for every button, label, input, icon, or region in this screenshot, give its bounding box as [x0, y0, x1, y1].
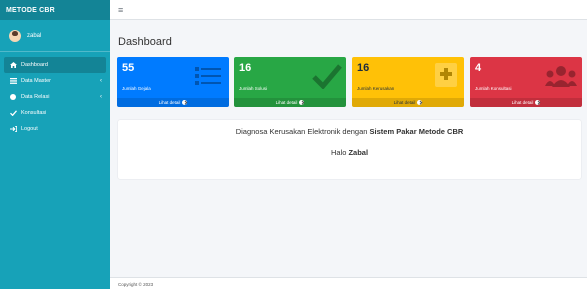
brand-title[interactable]: METODE CBR — [0, 0, 110, 20]
arrow-circle-right-icon — [182, 100, 188, 105]
sidebar-item-label: Logout — [21, 126, 38, 132]
chevron-left-icon: ‹ — [100, 78, 102, 84]
hamburger-icon[interactable]: ≡ — [118, 5, 123, 15]
more-info-label: Lihat detail — [511, 100, 534, 105]
more-info-label: Lihat detail — [275, 100, 298, 105]
more-info-link[interactable]: Lihat detail — [117, 98, 229, 107]
stat-label: Jumlah Gejala — [122, 86, 151, 91]
welcome-text: Diagnosa Kerusakan Elektronik dengan — [235, 127, 370, 136]
stat-value: 4 — [475, 62, 482, 74]
greeting: Halo Zabal — [118, 148, 581, 157]
user-panel[interactable]: zabal — [0, 20, 110, 52]
sidebar-nav: Dashboard Data Master ‹ Data Relasi ‹ Ko… — [0, 52, 110, 137]
more-info-link[interactable]: Lihat detail — [352, 98, 464, 107]
greeting-name: Zabal — [348, 148, 369, 157]
user-name: zabal — [27, 32, 42, 39]
more-info-label: Lihat detail — [393, 100, 416, 105]
chevron-left-icon: ‹ — [100, 94, 102, 100]
page-footer — [110, 277, 587, 289]
arrow-circle-right-icon — [535, 100, 541, 105]
welcome-heading: Diagnosa Kerusakan Elektronik dengan Sis… — [118, 127, 581, 136]
stat-label: Jumlah Solusi — [239, 86, 268, 91]
sidebar-item-data-relasi[interactable]: Data Relasi ‹ — [0, 89, 110, 105]
stat-box-solusi: 16 Jumlah Solusi Lihat detail — [234, 57, 346, 107]
stat-value: 16 — [239, 62, 252, 74]
sidebar-item-label: Konsultasi — [21, 110, 47, 116]
sidebar-item-label: Data Master — [21, 78, 51, 84]
sidebar-item-konsultasi[interactable]: Konsultasi — [0, 105, 110, 121]
medkit-icon — [435, 63, 457, 92]
sidebar-item-data-master[interactable]: Data Master ‹ — [0, 73, 110, 89]
more-info-link[interactable]: Lihat detail — [234, 98, 346, 107]
sidebar: METODE CBR zabal Dashboard Data Master ‹… — [0, 0, 110, 289]
stat-box-konsultasi: 4 Jumlah Konsultasi Lihat detail — [470, 57, 582, 107]
arrow-circle-right-icon — [299, 100, 305, 105]
circle-icon — [9, 94, 17, 100]
page-title: Dashboard — [118, 36, 172, 48]
check-icon — [9, 110, 17, 116]
greeting-text: Halo — [330, 148, 349, 157]
sidebar-item-dashboard[interactable]: Dashboard — [4, 57, 106, 73]
stat-value: 55 — [122, 62, 135, 74]
logout-icon — [9, 126, 17, 132]
stat-label: Jumlah Kerusakan — [357, 86, 395, 91]
sidebar-item-label: Data Relasi — [21, 94, 50, 100]
check-icon — [312, 63, 342, 94]
copyright: Copyright © 2023 — [118, 282, 154, 287]
sidebar-item-logout[interactable]: Logout — [0, 121, 110, 137]
more-info-label: Lihat detail — [158, 100, 181, 105]
stat-value: 16 — [357, 62, 370, 74]
more-info-link[interactable]: Lihat detail — [470, 98, 582, 107]
sidebar-item-label: Dashboard — [21, 62, 48, 68]
arrow-circle-right-icon — [417, 100, 423, 105]
stat-box-kerusakan: 16 Jumlah Kerusakan Lihat detail — [352, 57, 464, 107]
avatar — [9, 29, 21, 42]
stat-box-gejala: 55 Jumlah Gejala Lihat detail — [117, 57, 229, 107]
system-name: Sistem Pakar Metode CBR — [369, 127, 464, 136]
welcome-card: Diagnosa Kerusakan Elektronik dengan Sis… — [118, 120, 581, 179]
top-navbar: ≡ — [110, 0, 587, 20]
users-icon — [545, 65, 577, 92]
home-icon — [9, 62, 17, 68]
list-icon — [195, 66, 221, 91]
list-icon — [9, 78, 17, 84]
stat-label: Jumlah Konsultasi — [475, 86, 512, 91]
